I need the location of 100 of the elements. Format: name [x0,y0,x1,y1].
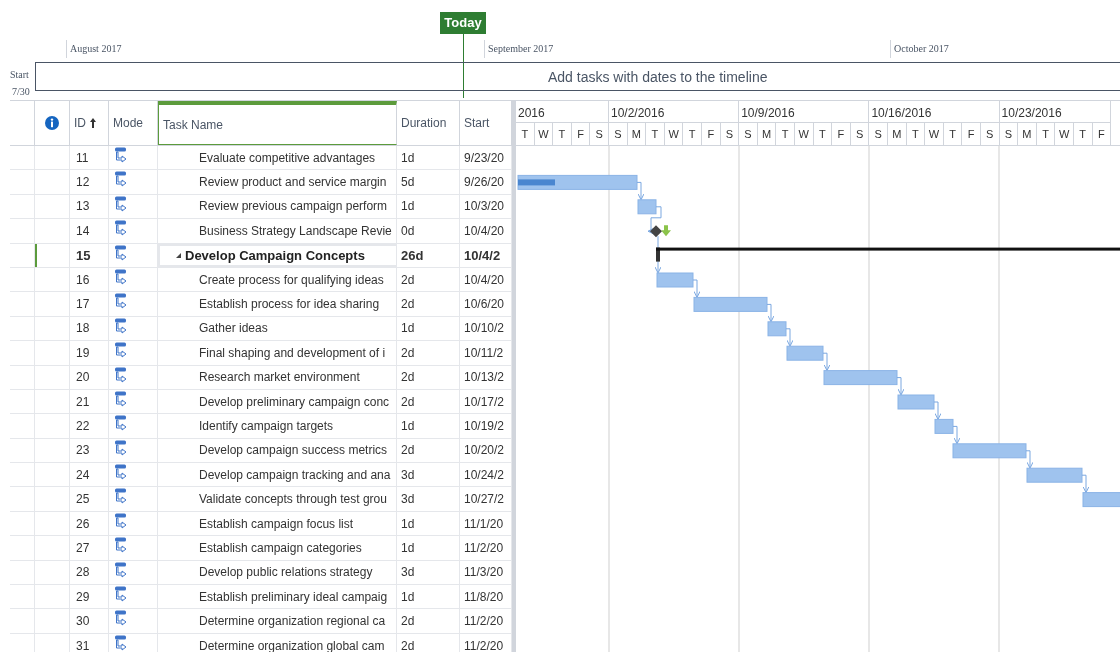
timeline-bar[interactable] [35,62,1120,91]
task-name: Develop campaign success metrics [199,442,388,460]
task-mode-icon [114,537,128,554]
duration-cell: 1d [397,194,460,219]
id-cell: 26 [70,511,109,536]
summary-bar[interactable] [656,247,1120,262]
duration-cell: 0d [397,219,460,243]
gantt-bar[interactable] [767,321,787,337]
start-date: 7/30 [12,85,30,99]
duration-cell: 3d [397,463,460,487]
day-label: T [683,122,702,145]
task-mode-icon [114,634,128,651]
dependency-arrow [896,377,905,396]
day-label: T [943,122,963,145]
gantt-bar[interactable] [786,345,824,361]
task-mode-icon [114,268,128,285]
day-label: M [1018,122,1037,145]
day-label: S [739,122,758,145]
duration-cell: 2d [397,341,460,365]
month-label: October 2017 [894,42,949,56]
dependency-arrow [952,425,961,445]
id-cell: 23 [70,438,109,463]
day-label: F [1092,122,1112,145]
id-cell: 29 [70,585,109,609]
day-label: M [757,122,777,145]
day-label: W [534,122,554,145]
id-cell: 20 [70,365,109,389]
task-name: Gather ideas [199,320,268,338]
task-name: Determine organization regional ca [199,613,386,631]
task-mode-icon [114,195,128,212]
arrow-down-icon [661,225,671,237]
week-label: 10/16/2016 [870,105,933,122]
month-label: August 2017 [70,42,122,56]
duration-cell: 1d [397,536,460,560]
timeline-placeholder: Add tasks with dates to the timeline [548,68,768,87]
task-mode-icon [114,464,128,481]
task-mode-icon [114,171,128,188]
task-name: Establish campaign categories [199,539,362,557]
task-mode-icon [114,488,128,505]
task-mode-icon [114,317,128,334]
day-label: T [553,122,572,145]
week-label: 10/9/2016 [740,105,796,122]
week-label: 2016 [517,105,546,122]
id-cell: 15 [70,243,109,267]
duration-cell: 2d [397,609,460,633]
week-label: 10/2/2016 [610,105,666,122]
id-cell: 11 [70,146,109,170]
collapse-icon[interactable] [176,252,181,258]
task-mode-icon [114,244,128,261]
day-label: S [980,122,1000,145]
task-name: Establish process for idea sharing [199,296,380,314]
gantt-bar[interactable] [693,296,768,312]
task-mode-icon [114,342,128,359]
task-name: Develop Campaign Concepts [185,246,365,265]
day-label: F [571,122,591,145]
gantt-bar[interactable] [934,418,954,434]
start-label: Start [10,68,29,82]
gantt-bar[interactable] [637,199,657,215]
duration-cell: 5d [397,170,460,194]
duration-cell: 1d [397,414,460,438]
task-mode-icon [114,561,128,578]
duration-cell: 2d [397,292,460,316]
milestone-diamond[interactable] [650,225,662,238]
id-cell: 31 [70,633,109,652]
row-selector[interactable] [35,243,70,267]
task-name: Validate concepts through test grou [199,491,387,509]
week-label: 10/23/2016 [1000,105,1063,122]
column-header[interactable]: Duration [397,101,460,145]
duration-cell: 2d [397,389,460,414]
id-cell: 21 [70,389,109,414]
task-mode-icon [114,415,128,432]
day-label: T [776,122,795,145]
task-name: Develop campaign tracking and ana [199,466,391,484]
day-label: S [850,122,870,145]
gantt-bar[interactable] [952,443,1027,459]
day-label: F [962,122,981,145]
day-label: S [590,122,609,145]
task-mode-icon [114,512,128,529]
id-cell: 25 [70,487,109,511]
day-label: S [869,122,888,145]
task-name: Determine organization global cam [199,637,385,652]
gantt-bar[interactable] [823,370,898,386]
task-name: Create process for qualifying ideas [199,271,384,289]
id-cell: 22 [70,414,109,438]
id-cell: 24 [70,463,109,487]
column-header[interactable]: Task Name [158,101,397,145]
day-label: T [516,122,535,145]
gantt-bar[interactable] [1082,492,1120,508]
dependency-arrow [785,328,794,347]
duration-cell: 2d [397,267,460,292]
gantt-bar[interactable] [1026,467,1083,483]
dependency-arrow [766,303,775,323]
dependency-arrow [822,352,831,372]
day-label: W [1055,122,1074,145]
task-name: Develop public relations strategy [199,564,373,582]
dependency-arrow [933,401,942,420]
duration-cell: 2d [397,438,460,463]
column-header[interactable]: Mode [109,101,158,145]
column-header[interactable]: ID [70,101,109,145]
id-cell: 30 [70,609,109,633]
